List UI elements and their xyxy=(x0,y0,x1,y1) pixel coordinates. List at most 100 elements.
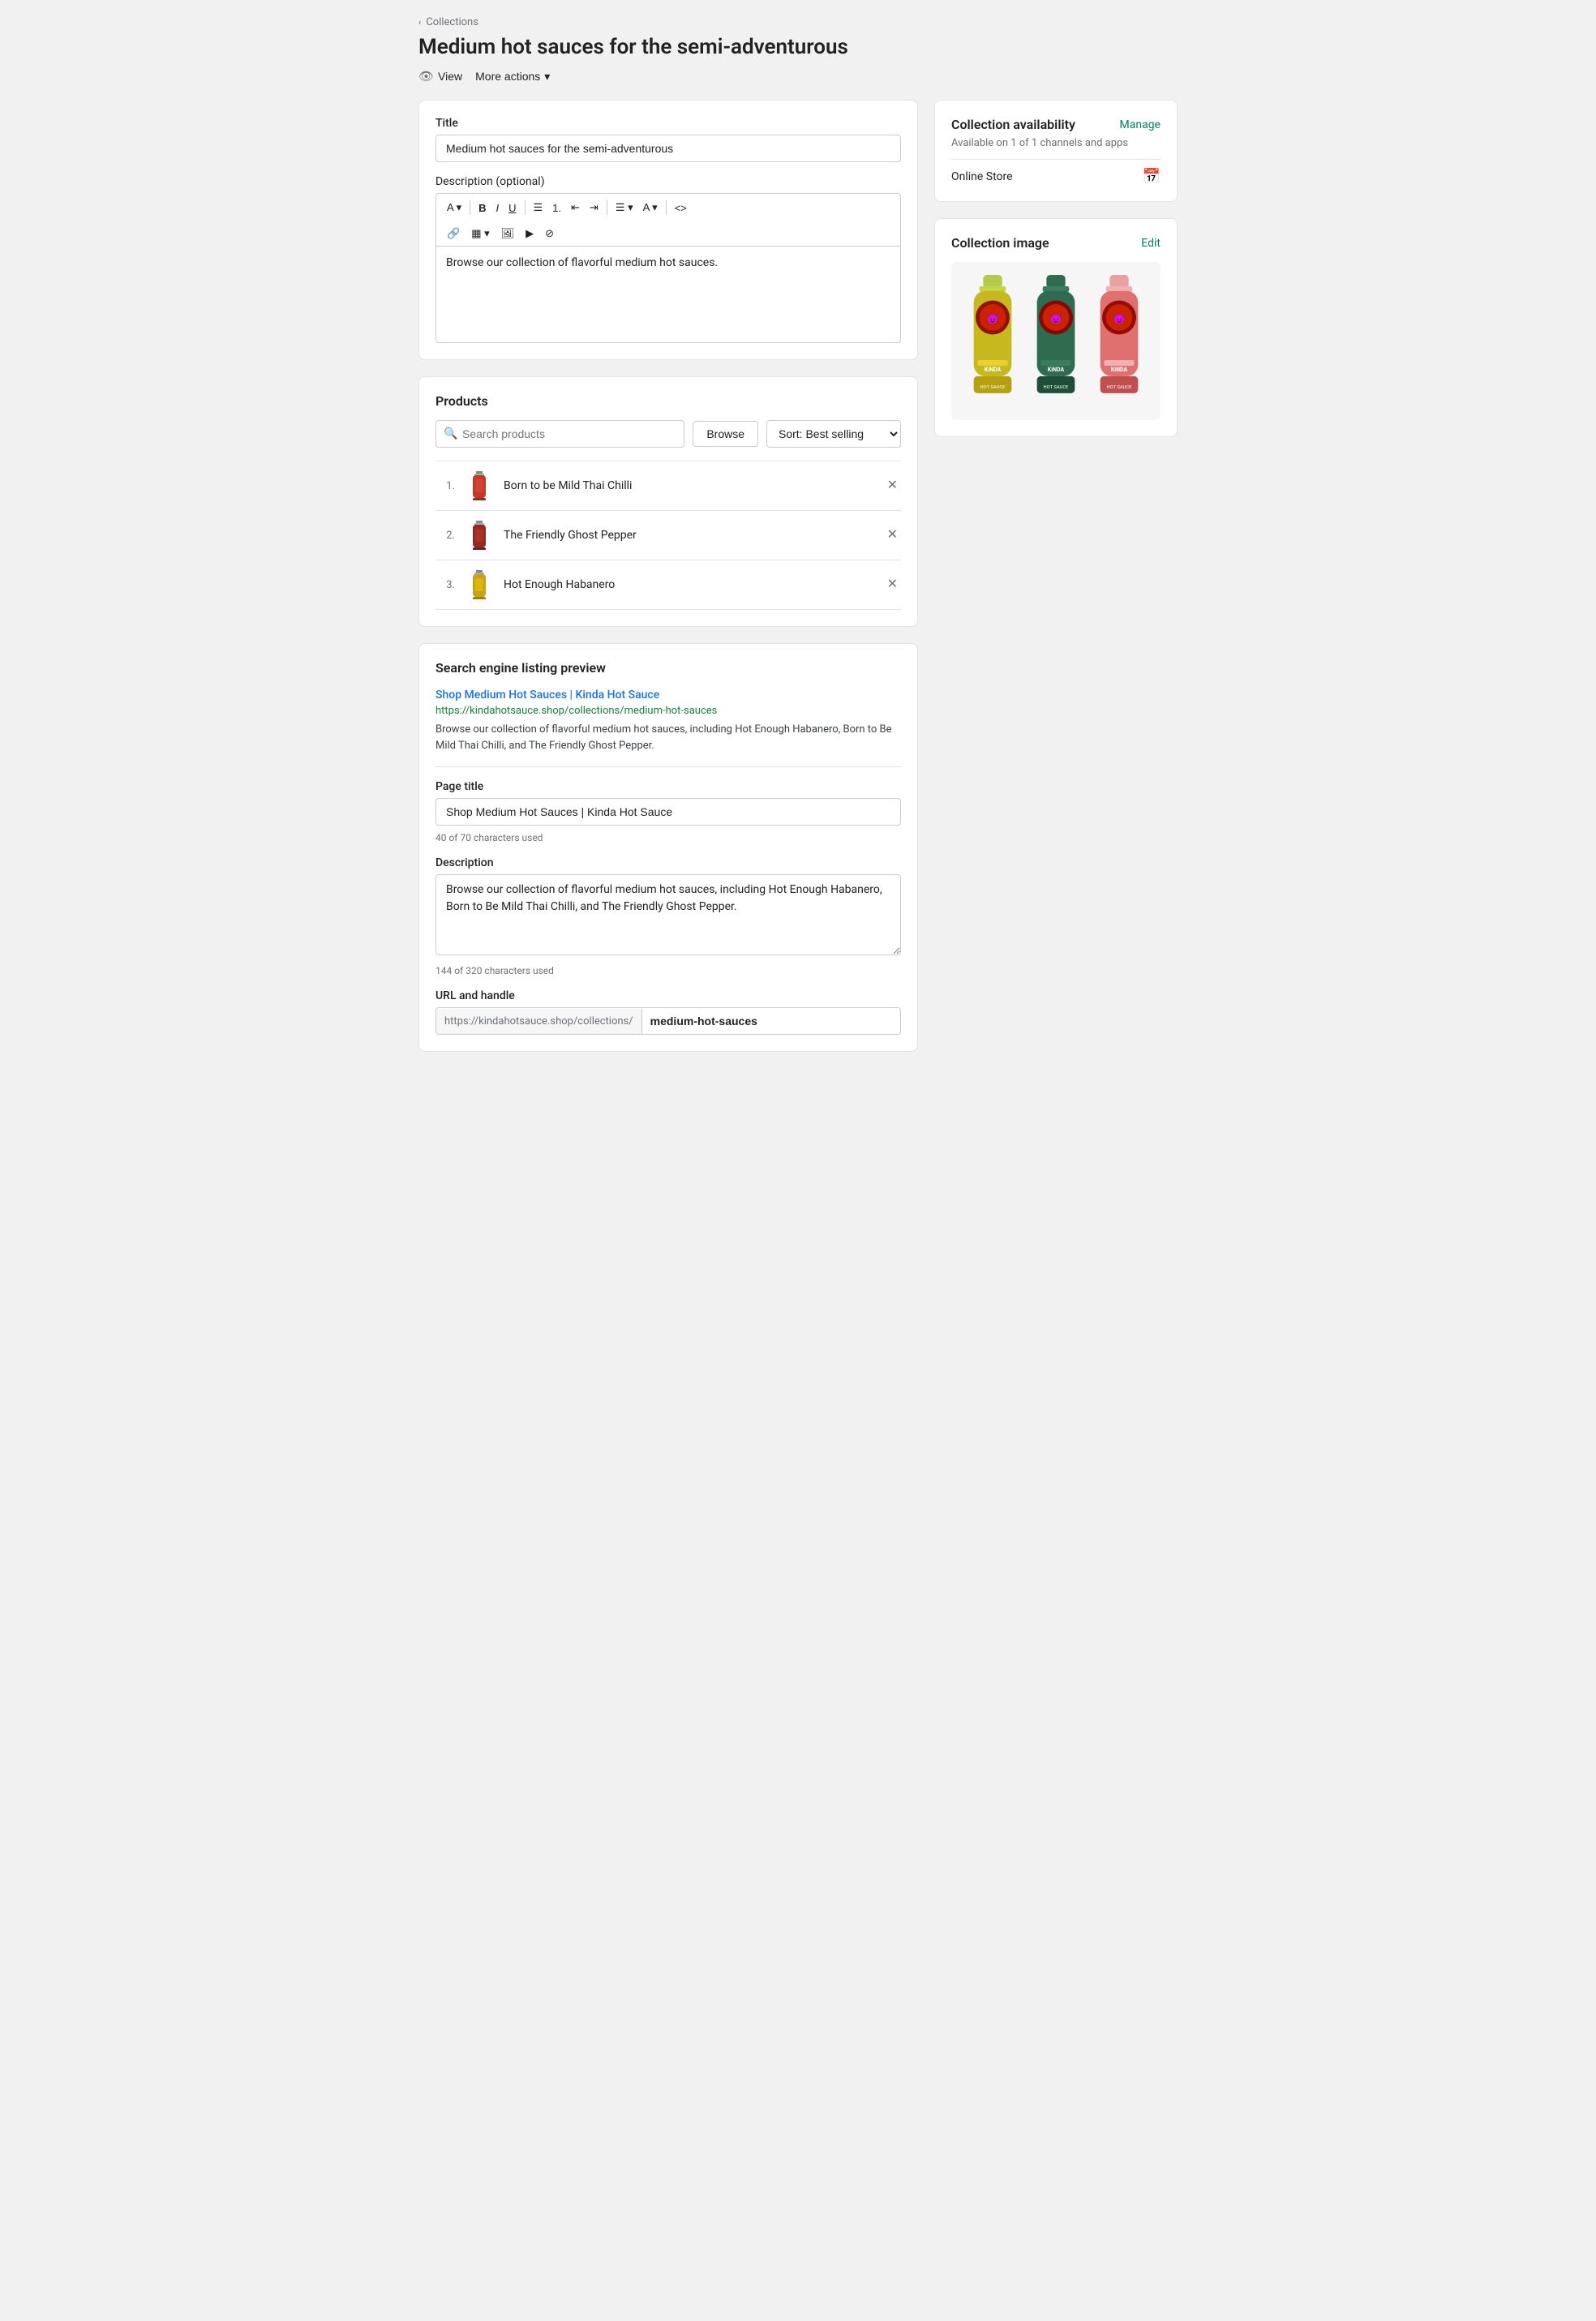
manage-link[interactable]: Manage xyxy=(1120,118,1161,131)
seo-desc-char-count: 144 of 320 characters used xyxy=(435,965,901,976)
product-thumbnail xyxy=(465,471,494,500)
svg-text:😈: 😈 xyxy=(986,312,999,325)
product-name: Hot Enough Habanero xyxy=(504,578,874,591)
ordered-list-button[interactable]: 1. xyxy=(548,199,565,217)
svg-text:😈: 😈 xyxy=(1049,312,1062,325)
breadcrumb: ‹ Collections xyxy=(418,16,1178,28)
underline-button[interactable]: U xyxy=(504,199,520,217)
toolbar-divider2 xyxy=(525,200,526,215)
table-row: 1. Born to be Mild Thai Chilli ✕ xyxy=(435,461,901,511)
bottle-1-icon: 😈 KiNDA HOT SAUCE xyxy=(964,275,1021,407)
product-bottle-icon xyxy=(470,471,488,500)
products-card: Products 🔍 Browse Sort: Best selling 1. xyxy=(418,376,918,627)
remove-product-button[interactable]: ✕ xyxy=(884,526,901,545)
product-bottle-icon xyxy=(470,521,488,550)
search-input[interactable] xyxy=(435,420,684,448)
seo-divider xyxy=(435,766,901,767)
product-thumbnail xyxy=(465,521,494,550)
description-editor[interactable]: Browse our collection of flavorful mediu… xyxy=(435,246,901,343)
video-button[interactable]: ▶ xyxy=(521,225,538,242)
seo-preview-url: https://kindahotsauce.shop/collections/m… xyxy=(435,705,901,717)
page-container: ‹ Collections Medium hot sauces for the … xyxy=(399,0,1197,1084)
availability-card: Collection availability Manage Available… xyxy=(934,100,1178,202)
seo-card: Search engine listing preview Shop Mediu… xyxy=(418,643,918,1052)
browse-button[interactable]: Browse xyxy=(693,421,758,447)
block-button[interactable]: ⊘ xyxy=(541,225,558,242)
italic-button[interactable]: I xyxy=(491,199,503,217)
seo-preview-label: Search engine listing preview xyxy=(435,660,901,676)
eye-icon: 👁 xyxy=(418,69,434,84)
more-actions-button[interactable]: More actions ▾ xyxy=(475,70,550,84)
seo-preview-title: Shop Medium Hot Sauces | Kinda Hot Sauce xyxy=(435,689,901,701)
svg-text:HOT SAUCE: HOT SAUCE xyxy=(1044,385,1070,390)
svg-text:KiNDA: KiNDA xyxy=(985,367,1002,373)
collection-image-header: Collection image Edit xyxy=(951,235,1161,251)
bottle-2-icon: 😈 KiNDA HOT SAUCE xyxy=(1028,275,1084,407)
page-title: Medium hot sauces for the semi-adventuro… xyxy=(418,35,1178,59)
product-name: Born to be Mild Thai Chilli xyxy=(504,479,874,492)
svg-text:KiNDA: KiNDA xyxy=(1111,367,1128,373)
search-wrapper: 🔍 xyxy=(435,420,684,448)
bold-button[interactable]: B xyxy=(474,199,490,217)
url-handle-input[interactable] xyxy=(642,1008,900,1034)
font-size-button[interactable]: A ▾ xyxy=(443,199,466,217)
right-column: Collection availability Manage Available… xyxy=(934,100,1178,437)
url-handle-wrapper: https://kindahotsauce.shop/collections/ xyxy=(435,1007,901,1035)
breadcrumb-chevron: ‹ xyxy=(418,17,421,28)
seo-desc-label: Description xyxy=(435,856,901,869)
availability-title: Collection availability xyxy=(951,117,1075,132)
remove-product-button[interactable]: ✕ xyxy=(884,575,901,594)
products-search-row: 🔍 Browse Sort: Best selling xyxy=(435,420,901,448)
image-button[interactable]: 🖼 xyxy=(497,225,519,242)
bottles-container: 😈 KiNDA HOT SAUCE xyxy=(964,275,1148,407)
link-button[interactable]: 🔗 xyxy=(443,225,464,242)
table-button[interactable]: ▦ ▾ xyxy=(467,225,493,242)
indent-out-button[interactable]: ⇤ xyxy=(567,199,584,217)
code-button[interactable]: <> xyxy=(671,199,691,217)
url-prefix: https://kindahotsauce.shop/collections/ xyxy=(436,1009,642,1034)
product-bottle-icon xyxy=(470,570,488,599)
product-list: 1. Born to be Mild Thai Chilli ✕ xyxy=(435,461,901,610)
title-input[interactable] xyxy=(435,135,901,162)
remove-product-button[interactable]: ✕ xyxy=(884,476,901,496)
calendar-icon: 📅 xyxy=(1143,168,1161,185)
products-header: Products xyxy=(435,393,901,409)
align-button[interactable]: ☰ ▾ xyxy=(611,199,637,217)
title-label: Title xyxy=(435,117,901,130)
product-name: The Friendly Ghost Pepper xyxy=(504,529,874,542)
edit-image-link[interactable]: Edit xyxy=(1141,237,1161,250)
left-column: Title Description (optional) A ▾ B I U ☰… xyxy=(418,100,918,1052)
editor-toolbar-row1: A ▾ B I U ☰ 1. ⇤ ⇥ ☰ ▾ A ▾ <> xyxy=(435,193,901,221)
svg-text:KiNDA: KiNDA xyxy=(1048,367,1065,373)
breadcrumb-link[interactable]: Collections xyxy=(426,16,478,28)
toolbar-divider4 xyxy=(666,200,667,215)
search-icon: 🔍 xyxy=(444,427,457,440)
svg-text:😈: 😈 xyxy=(1113,312,1126,325)
table-row: 3. Hot Enough Habanero ✕ xyxy=(435,560,901,610)
product-number: 3. xyxy=(435,579,455,591)
availability-subtitle: Available on 1 of 1 channels and apps xyxy=(951,137,1161,149)
indent-in-button[interactable]: ⇥ xyxy=(586,199,603,217)
page-title-input[interactable] xyxy=(435,798,901,826)
chevron-down-icon: ▾ xyxy=(544,70,550,84)
svg-text:HOT SAUCE: HOT SAUCE xyxy=(1107,385,1133,390)
main-layout: Title Description (optional) A ▾ B I U ☰… xyxy=(418,100,1178,1052)
svg-text:HOT SAUCE: HOT SAUCE xyxy=(980,385,1006,390)
product-number: 1. xyxy=(435,480,455,492)
text-color-button[interactable]: A ▾ xyxy=(639,199,662,217)
product-number: 2. xyxy=(435,530,455,542)
page-title-label: Page title xyxy=(435,780,901,793)
page-actions: 👁 View More actions ▾ xyxy=(418,69,1178,84)
sort-select[interactable]: Sort: Best selling xyxy=(766,420,901,448)
title-description-card: Title Description (optional) A ▾ B I U ☰… xyxy=(418,100,918,360)
channel-row: Online Store 📅 xyxy=(951,159,1161,185)
view-button[interactable]: 👁 View xyxy=(418,69,462,84)
bullet-list-button[interactable]: ☰ xyxy=(530,199,547,217)
availability-header: Collection availability Manage xyxy=(951,117,1161,132)
url-handle-label: URL and handle xyxy=(435,989,901,1002)
seo-preview-desc: Browse our collection of flavorful mediu… xyxy=(435,722,901,753)
seo-desc-input[interactable] xyxy=(435,874,901,955)
bottle-3-icon: 😈 KiNDA HOT SAUCE xyxy=(1091,275,1148,407)
description-label: Description (optional) xyxy=(435,175,901,188)
editor-toolbar-row2: 🔗 ▦ ▾ 🖼 ▶ ⊘ xyxy=(435,221,901,246)
